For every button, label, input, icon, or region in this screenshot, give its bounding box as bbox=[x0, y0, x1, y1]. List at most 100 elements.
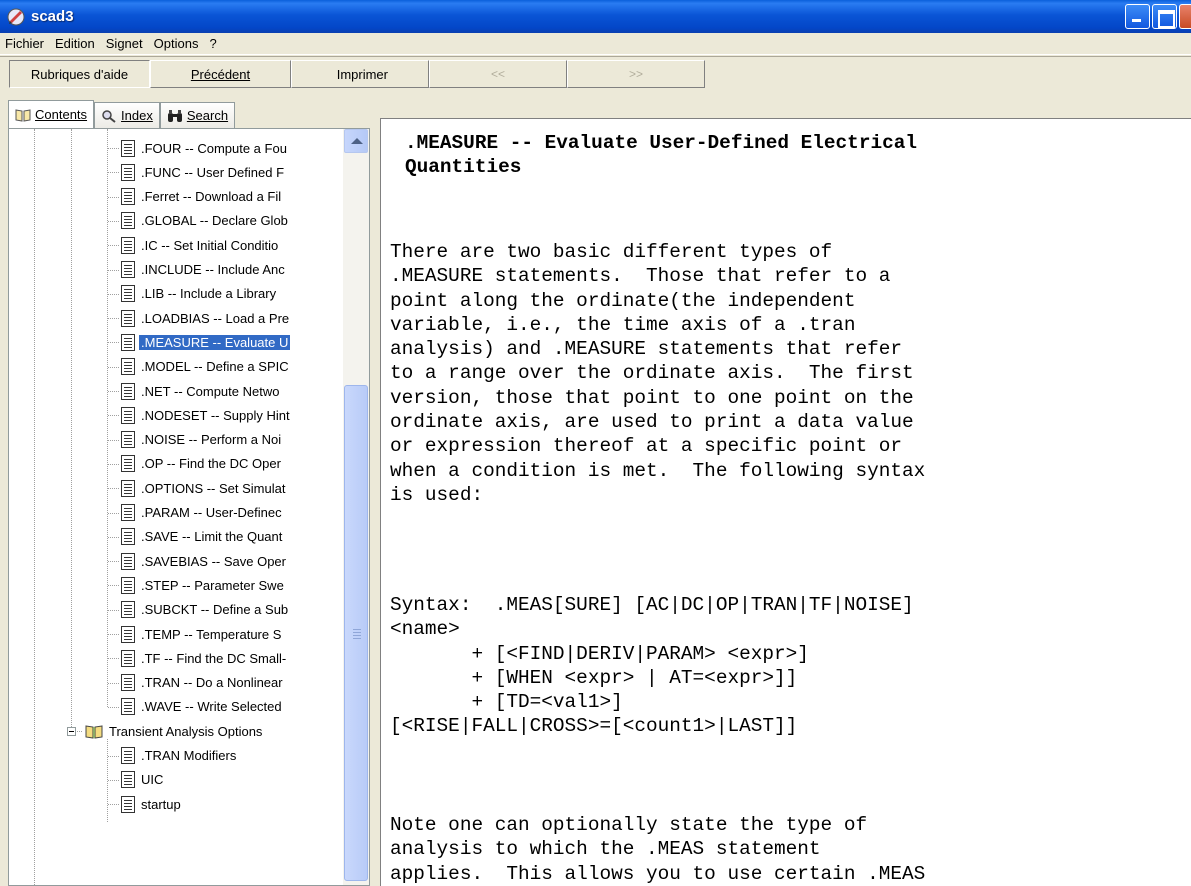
text-line: analysis to which the .MEAS statement bbox=[390, 838, 821, 861]
tree-item-label: .IC -- Set Initial Conditio bbox=[141, 237, 279, 253]
prev-button-label: << bbox=[490, 67, 505, 81]
back-button[interactable]: Précédent bbox=[150, 60, 291, 88]
tab-contents[interactable]: Contents bbox=[8, 100, 95, 128]
maximize-button[interactable] bbox=[1152, 4, 1177, 29]
tree-item-label: UIC bbox=[141, 772, 164, 788]
tree-item[interactable]: .LOADBIAS -- Load a Pre bbox=[121, 306, 343, 330]
text-line: + [WHEN <expr> | AT=<expr>]] bbox=[390, 666, 798, 689]
scroll-up-arrow-icon[interactable] bbox=[344, 129, 368, 153]
tree-item[interactable]: .OPTIONS -- Set Simulat bbox=[121, 476, 343, 500]
tree-item[interactable]: .SUBCKT -- Define a Sub bbox=[121, 598, 343, 622]
document-icon bbox=[121, 236, 135, 254]
text-line: point along the ordinate(the independent bbox=[390, 289, 856, 312]
print-button[interactable]: Imprimer bbox=[291, 60, 429, 88]
menu-options[interactable]: Options bbox=[154, 36, 199, 51]
prev-button[interactable]: << bbox=[429, 60, 567, 88]
topics-button[interactable]: Rubriques d'aide bbox=[9, 60, 150, 88]
tree-item-label: .FOUR -- Compute a Fou bbox=[141, 140, 287, 156]
document-icon bbox=[121, 771, 135, 789]
tree-item[interactable]: .WAVE -- Write Selected bbox=[121, 695, 343, 719]
tree-scrollbar[interactable] bbox=[343, 129, 369, 885]
app-icon bbox=[7, 8, 25, 25]
document-icon bbox=[121, 479, 135, 497]
document-icon bbox=[121, 795, 135, 813]
document-icon bbox=[121, 625, 135, 643]
text-line: variable, i.e., the time axis of a .tran bbox=[390, 313, 856, 336]
print-button-label: Imprimer bbox=[336, 66, 388, 82]
tree-item[interactable]: .TEMP -- Temperature S bbox=[121, 622, 343, 646]
tree-item[interactable]: .Ferret -- Download a Fil bbox=[121, 185, 343, 209]
tab-search[interactable]: Search bbox=[159, 102, 236, 128]
tree-item-label: .MEASURE -- Evaluate U bbox=[137, 333, 292, 351]
tree-item-label: .TEMP -- Temperature S bbox=[141, 626, 282, 642]
tree-item[interactable]: .MODEL -- Define a SPIC bbox=[121, 355, 343, 379]
text-line: when a condition is met. The following s… bbox=[390, 459, 926, 482]
index-icon bbox=[102, 109, 116, 123]
tree-item[interactable]: .SAVEBIAS -- Save Oper bbox=[121, 549, 343, 573]
tree-item[interactable]: .TRAN -- Do a Nonlinear bbox=[121, 671, 343, 695]
paragraph-description: There are two basic different types of .M… bbox=[390, 240, 925, 507]
menu-fichier[interactable]: Fichier bbox=[5, 36, 44, 51]
tree-item[interactable]: .FUNC -- User Defined F bbox=[121, 160, 343, 184]
tree-item-label: .TRAN Modifiers bbox=[141, 748, 237, 763]
tree-item[interactable]: .OP -- Find the DC Oper bbox=[121, 452, 343, 476]
tree-item[interactable]: .PARAM -- User-Definec bbox=[121, 501, 343, 525]
tree-item[interactable]: .NET -- Compute Netwo bbox=[121, 379, 343, 403]
tree-item-label: .MODEL -- Define a SPIC bbox=[141, 359, 289, 375]
minimize-button[interactable] bbox=[1125, 4, 1150, 29]
tree-item-label: .NOISE -- Perform a Noi bbox=[141, 432, 282, 448]
tree-item-label: .TF -- Find the DC Small- bbox=[141, 650, 287, 666]
collapse-toggle-icon[interactable] bbox=[67, 727, 76, 737]
tree-item[interactable]: .NOISE -- Perform a Noi bbox=[121, 428, 343, 452]
tree-folder[interactable]: Transient Analysis Options bbox=[85, 719, 264, 743]
tab-index[interactable]: Index bbox=[94, 102, 160, 128]
tree-item-label: .SAVE -- Limit the Quant bbox=[141, 529, 283, 545]
book-icon bbox=[15, 108, 31, 122]
text-line: Syntax: .MEAS[SURE] [AC|DC|OP|TRAN|TF|NO… bbox=[390, 594, 914, 616]
document-icon bbox=[121, 601, 135, 619]
menu-edition[interactable]: Edition bbox=[55, 36, 95, 51]
document-icon bbox=[121, 698, 135, 716]
title-bar[interactable]: scad3 bbox=[0, 0, 1191, 33]
tab-index-label: Index bbox=[121, 108, 153, 123]
contents-tree: .FOUR -- Compute a Fou .FUNC -- User Defi… bbox=[9, 129, 343, 885]
menu-help[interactable]: ? bbox=[209, 36, 216, 51]
tree-item[interactable]: .FOUR -- Compute a Fou bbox=[121, 136, 343, 160]
binoculars-icon bbox=[167, 109, 182, 122]
document-icon bbox=[121, 382, 135, 400]
text-line: + [TD=<val1>] bbox=[390, 691, 623, 714]
tree-item-label: .SUBCKT -- Define a Sub bbox=[141, 602, 289, 618]
document-icon bbox=[121, 188, 135, 206]
tree-item[interactable]: startup bbox=[121, 792, 183, 816]
document-icon bbox=[121, 455, 135, 473]
text-line: [<RISE|FALL|CROSS>=[<count1>|LAST]] bbox=[390, 715, 798, 738]
tree-item[interactable]: .LIB -- Include a Library bbox=[121, 282, 343, 306]
toolbar: Rubriques d'aide Précédent Imprimer << >… bbox=[0, 56, 1191, 92]
menu-signet[interactable]: Signet bbox=[106, 36, 143, 51]
tree-item[interactable]: .INCLUDE -- Include Anc bbox=[121, 258, 343, 282]
tree-item-label: .OPTIONS -- Set Simulat bbox=[141, 480, 286, 496]
tree-item[interactable]: .IC -- Set Initial Conditio bbox=[121, 233, 343, 257]
tree-item[interactable]: .MEASURE -- Evaluate U bbox=[121, 330, 343, 354]
window-title: scad3 bbox=[31, 8, 74, 25]
tree-item[interactable]: .SAVE -- Limit the Quant bbox=[121, 525, 343, 549]
topic-title: .MEASURE -- Evaluate User-Defined Electr… bbox=[405, 131, 917, 180]
tree-item[interactable]: .TRAN Modifiers bbox=[121, 744, 238, 768]
tree-item[interactable]: UIC bbox=[121, 768, 165, 792]
text-line: Note one can optionally state the type o… bbox=[390, 814, 868, 836]
scroll-thumb[interactable] bbox=[344, 385, 368, 881]
next-button[interactable]: >> bbox=[567, 60, 705, 88]
tree-item[interactable]: .NODESET -- Supply Hint bbox=[121, 403, 343, 427]
tree-item-label: .LIB -- Include a Library bbox=[141, 286, 277, 302]
topics-button-label: Rubriques d'aide bbox=[30, 66, 129, 82]
close-button[interactable] bbox=[1179, 4, 1191, 29]
tree-item[interactable]: .GLOBAL -- Declare Glob bbox=[121, 209, 343, 233]
document-icon bbox=[121, 406, 135, 424]
document-icon bbox=[121, 261, 135, 278]
text-line: applies. This allows you to use certain … bbox=[390, 862, 926, 885]
tree-item[interactable]: .STEP -- Parameter Swe bbox=[121, 573, 343, 597]
tree-item-label: startup bbox=[141, 796, 181, 812]
menu-bar: Fichier Edition Signet Options ? bbox=[0, 33, 1191, 55]
tree-item[interactable]: .TF -- Find the DC Small- bbox=[121, 646, 343, 670]
document-icon bbox=[121, 649, 135, 667]
